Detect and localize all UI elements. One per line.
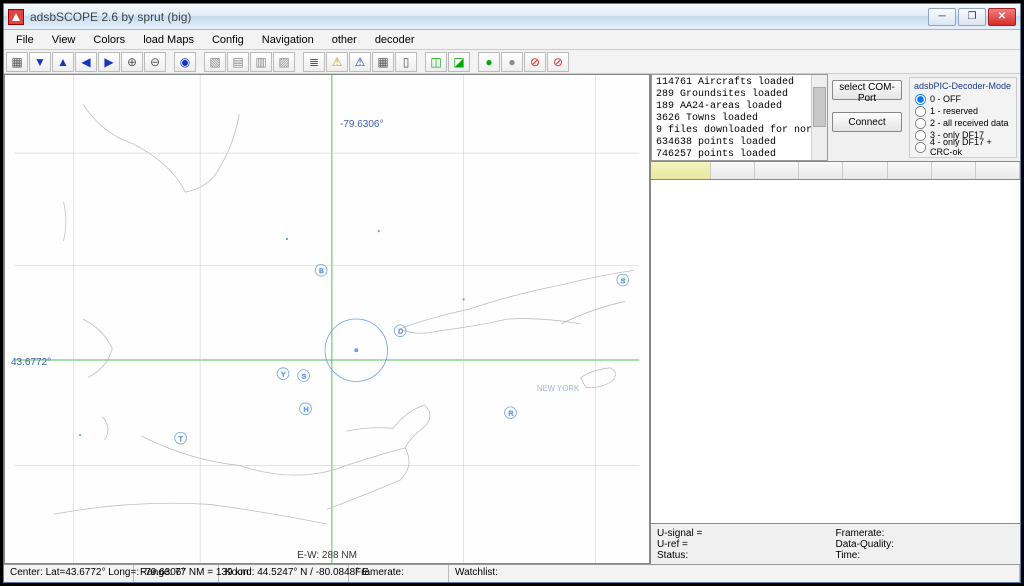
menu-colors[interactable]: Colors: [85, 32, 133, 48]
menu-navigation[interactable]: Navigation: [254, 32, 322, 48]
svg-text:B: B: [319, 268, 324, 275]
status-koord: Koord: 44.5247° N / -80.0848° E: [219, 565, 349, 582]
list-icon[interactable]: ≣: [303, 52, 325, 72]
console-icon[interactable]: ▯: [395, 52, 417, 72]
menu-config[interactable]: Config: [204, 32, 252, 48]
tower-icon[interactable]: ▨: [273, 52, 295, 72]
zoom-in-icon[interactable]: ⊕: [121, 52, 143, 72]
hazard-icon[interactable]: ⚠: [349, 52, 371, 72]
svg-text:Y: Y: [281, 372, 286, 379]
statusbar: Center: Lat=43.6772° Long=: -79.6306° Ra…: [4, 564, 1020, 582]
city-label: NEW YORK: [537, 384, 580, 393]
toolbar: ▦▼▲◀▶⊕⊖◉▧▤▥▨≣⚠⚠▦▯◫◪●●⊘⊘: [4, 50, 1020, 74]
right-arrow-icon[interactable]: ▶: [98, 52, 120, 72]
left-arrow-icon[interactable]: ◀: [75, 52, 97, 72]
table-icon[interactable]: ▦: [372, 52, 394, 72]
app-icon: [8, 9, 24, 25]
menu-load-maps[interactable]: load Maps: [135, 32, 202, 48]
status-red2-icon[interactable]: ⊘: [547, 52, 569, 72]
status-watchlist: Watchlist:: [449, 565, 1020, 582]
grid-icon[interactable]: ▦: [6, 52, 28, 72]
status-center: Center: Lat=43.6772° Long=: -79.6306°: [4, 565, 134, 582]
side-panel: 114761 Aircrafts loaded 289 Groundsites …: [650, 74, 1020, 564]
menu-file[interactable]: File: [8, 32, 42, 48]
log-scrollbar[interactable]: [811, 75, 827, 160]
marker-icon[interactable]: ▥: [250, 52, 272, 72]
runway-icon[interactable]: ▤: [227, 52, 249, 72]
decoder-mode-group: adsbPIC-Decoder-Mode 0 - OFF1 - reserved…: [909, 77, 1017, 158]
up-arrow-icon[interactable]: ▲: [52, 52, 74, 72]
maximize-button[interactable]: ❐: [958, 8, 986, 26]
zoom-out-icon[interactable]: ⊖: [144, 52, 166, 72]
aircraft-list[interactable]: [651, 180, 1020, 524]
menu-other[interactable]: other: [324, 32, 365, 48]
antenna-icon[interactable]: ◫: [425, 52, 447, 72]
globe-icon[interactable]: ◉: [174, 52, 196, 72]
signal-status-panel: U-signal = U-ref = Status: Framerate: Da…: [651, 524, 1020, 564]
menubar: FileViewColorsload MapsConfigNavigationo…: [4, 30, 1020, 50]
status-red1-icon[interactable]: ⊘: [524, 52, 546, 72]
decoder-option-4[interactable]: 4 - only DF17 + CRC-ok: [914, 141, 1012, 153]
decoder-option-0[interactable]: 0 - OFF: [914, 93, 1012, 105]
close-button[interactable]: ✕: [988, 8, 1016, 26]
titlebar: adsbSCOPE 2.6 by sprut (big) ─ ❐ ✕: [4, 4, 1020, 30]
house-icon[interactable]: ▧: [204, 52, 226, 72]
radar-icon[interactable]: ◪: [448, 52, 470, 72]
lat-label: 43.6772°: [11, 357, 51, 368]
decoder-option-2[interactable]: 2 - all received data: [914, 117, 1012, 129]
aircraft-table-header: [651, 162, 1020, 180]
svg-text:S: S: [302, 374, 307, 381]
window-title: adsbSCOPE 2.6 by sprut (big): [30, 10, 928, 24]
status-green-icon[interactable]: ●: [478, 52, 500, 72]
svg-text:R: R: [509, 411, 514, 418]
status-gray-icon[interactable]: ●: [501, 52, 523, 72]
menu-view[interactable]: View: [44, 32, 84, 48]
decoder-option-1[interactable]: 1 - reserved: [914, 105, 1012, 117]
map-canvas[interactable]: B D Y S H T R S NEW YORK -79.6306°: [4, 74, 650, 564]
svg-text:H: H: [304, 407, 309, 414]
select-com-port-button[interactable]: select COM-Port: [832, 80, 902, 100]
connect-button[interactable]: Connect: [832, 112, 902, 132]
minimize-button[interactable]: ─: [928, 8, 956, 26]
log-output: 114761 Aircrafts loaded 289 Groundsites …: [651, 74, 828, 161]
ew-range-label: E-W: 288 NM: [297, 550, 357, 561]
status-framerate: Framerate:: [349, 565, 449, 582]
warning-icon[interactable]: ⚠: [326, 52, 348, 72]
menu-decoder[interactable]: decoder: [367, 32, 423, 48]
svg-text:D: D: [398, 329, 403, 336]
app-window: adsbSCOPE 2.6 by sprut (big) ─ ❐ ✕ FileV…: [3, 3, 1021, 583]
down-arrow-icon[interactable]: ▼: [29, 52, 51, 72]
svg-text:T: T: [179, 436, 184, 443]
lon-label: -79.6306°: [340, 119, 383, 130]
status-range: Range: 77 NM = 139 km: [134, 565, 219, 582]
svg-text:S: S: [621, 278, 626, 285]
